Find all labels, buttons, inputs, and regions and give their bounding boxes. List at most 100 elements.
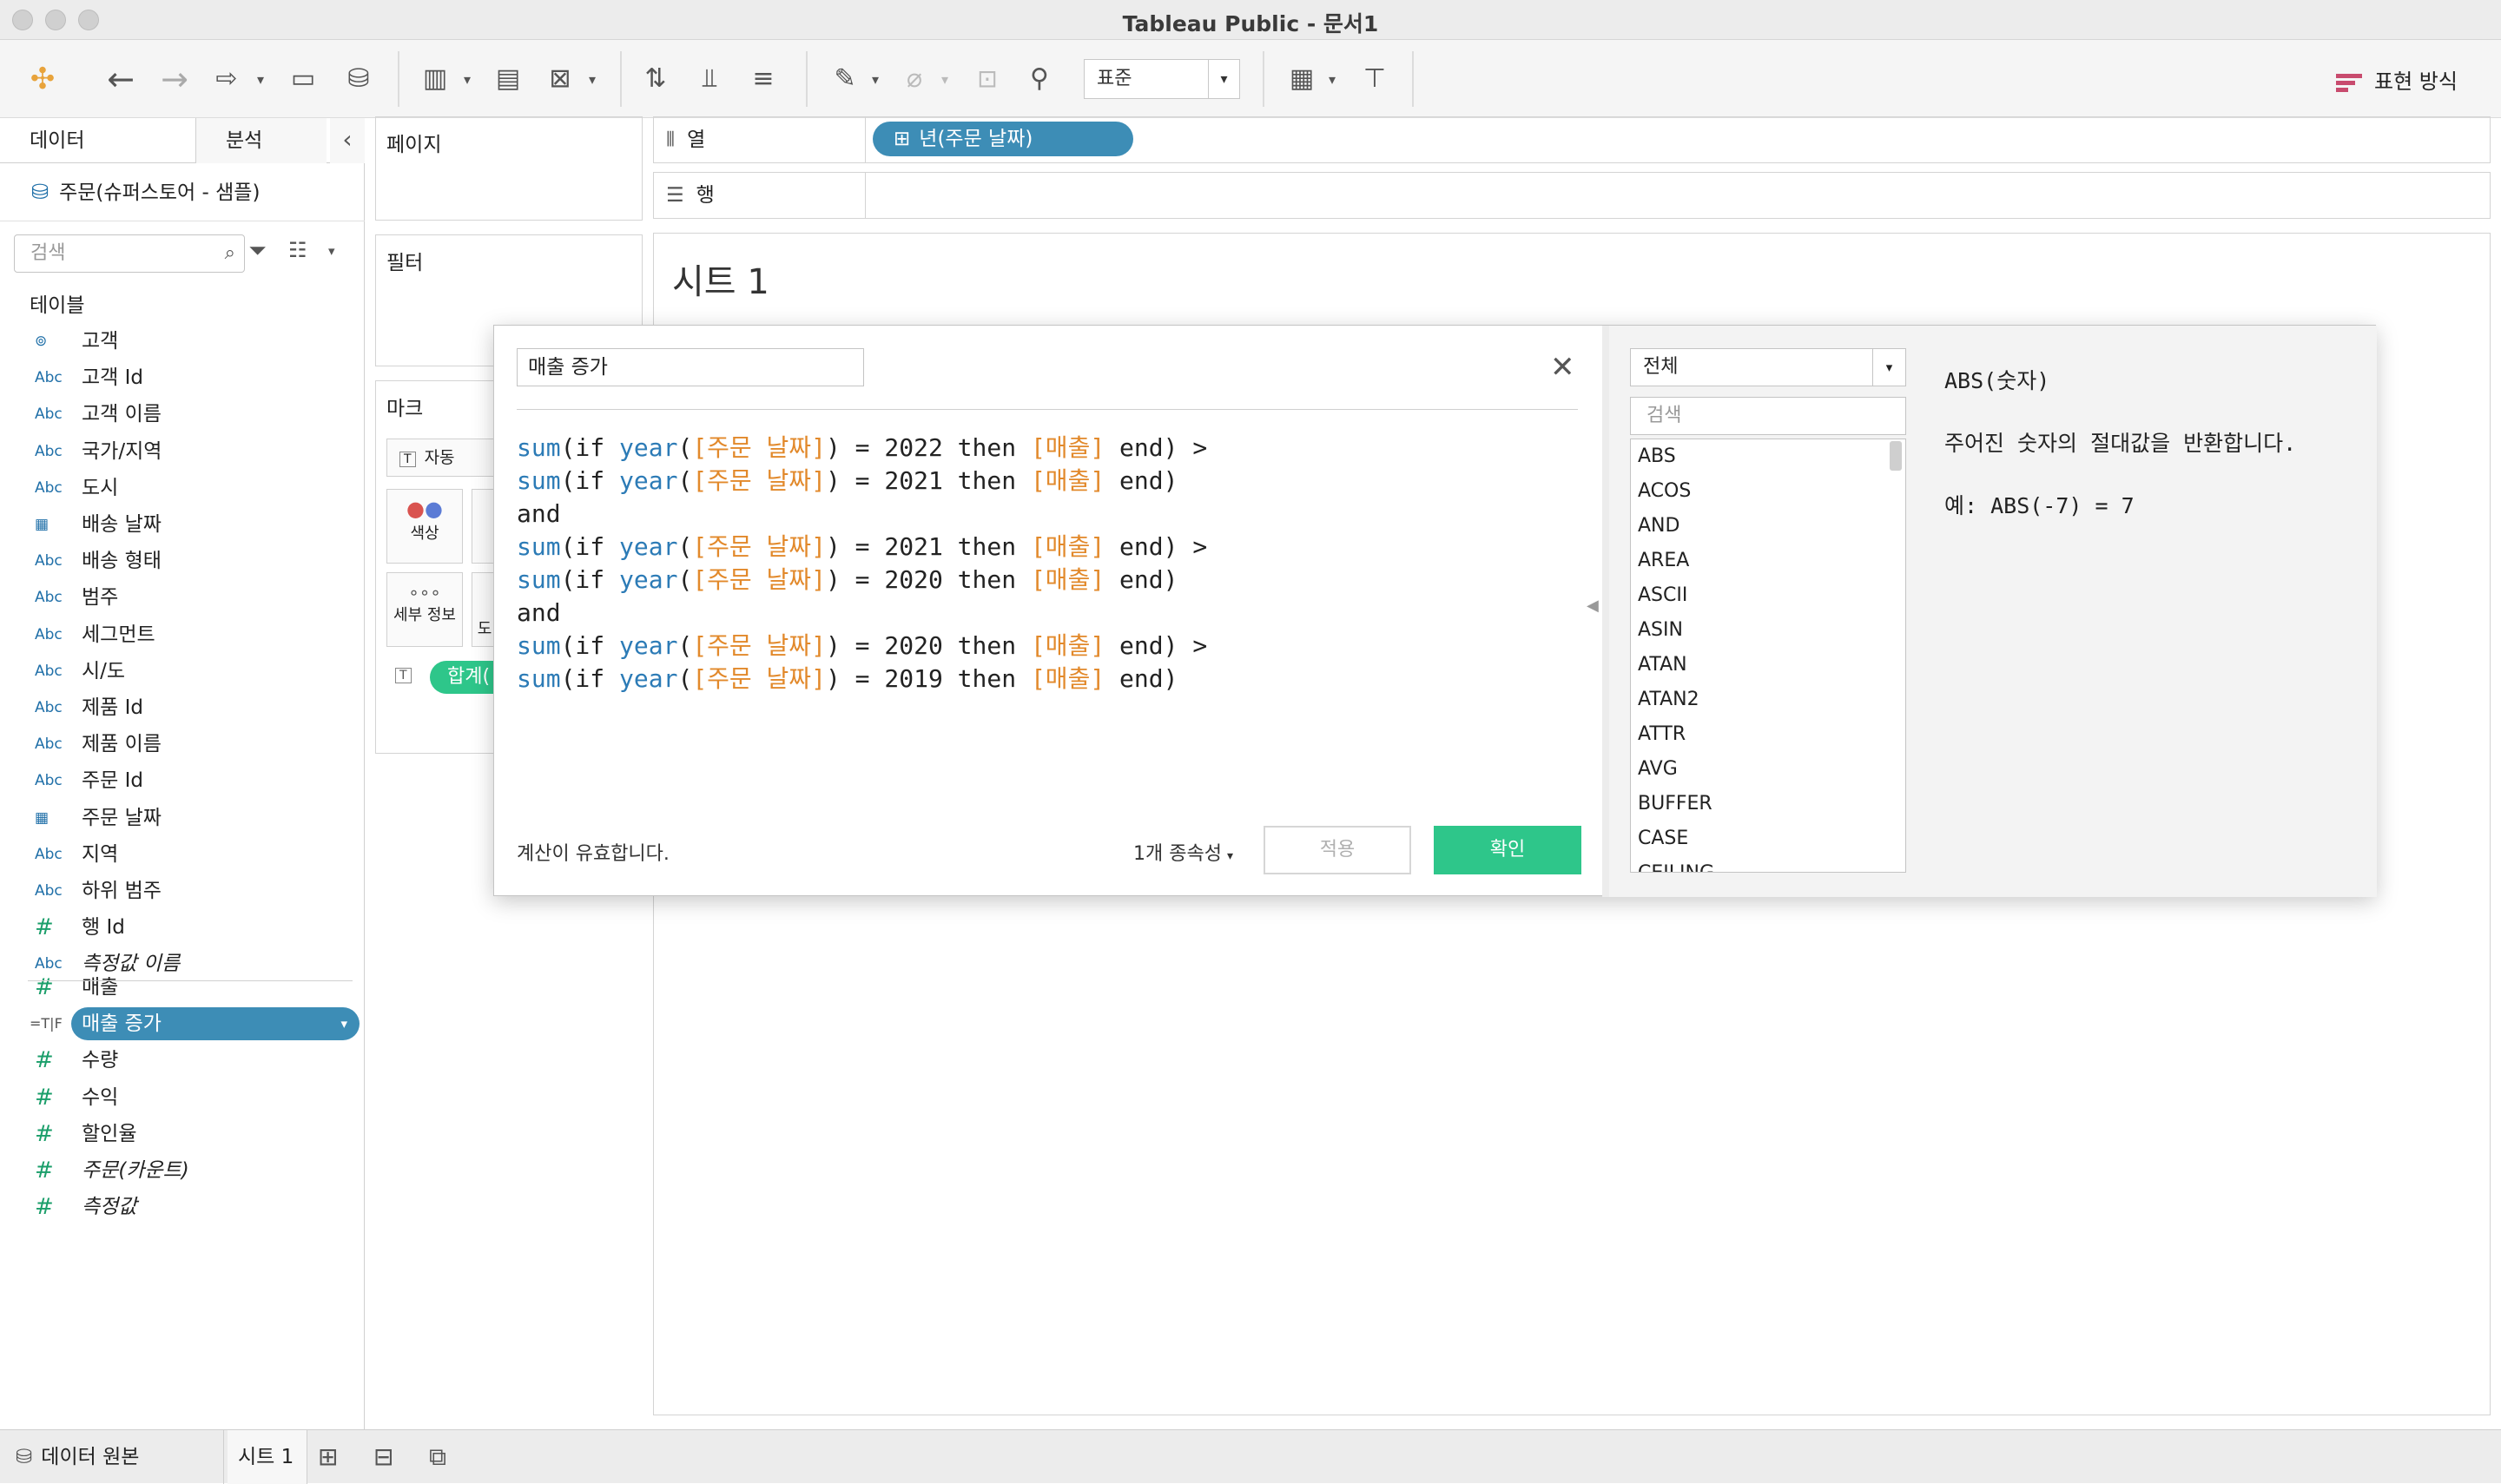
dependencies-dropdown[interactable]: 1개 종속성 ▾ [1133,838,1233,866]
field-search-input[interactable]: 검색 ⌕ [14,234,245,273]
function-item[interactable]: ABS [1631,439,1905,474]
field-name: 제품 Id [82,696,144,719]
view-list-icon[interactable]: ☷ [288,238,307,262]
new-dashboard-icon[interactable]: ⊟ [373,1430,408,1484]
color-mark-button[interactable]: ●● 색상 [386,489,463,564]
dimensions-field-16[interactable]: # 행 Id [0,909,365,946]
group-members-icon[interactable]: ⌀ [894,55,934,103]
new-story-icon[interactable]: ⧉ [429,1430,464,1484]
measures-field-5[interactable]: # 주문(카운트) [0,1152,365,1189]
dimensions-field-4[interactable]: Abc 도시 [0,470,365,506]
function-list[interactable]: ABS ACOS AND AREA ASCII ASIN ATAN ATAN2 ATTR AVG B… [1630,439,1906,873]
save-icon[interactable]: ▭ [283,55,323,103]
function-item[interactable]: CASE [1631,821,1905,856]
undo-icon[interactable]: ← [101,55,141,103]
dimensions-field-11[interactable]: Abc 제품 이름 [0,726,365,762]
function-item[interactable]: AVG [1631,752,1905,787]
dimensions-field-2[interactable]: Abc 고객 이름 [0,396,365,432]
tab-analysis[interactable]: 분석 [196,118,327,163]
dimensions-field-10[interactable]: Abc 제품 Id [0,689,365,726]
dimensions-field-9[interactable]: Abc 시/도 [0,653,365,689]
new-worksheet-icon[interactable]: ⊞ [318,1430,353,1484]
highlight-icon[interactable]: ✎ [825,55,865,103]
datasource-item[interactable]: ⛁ 주문(슈퍼스토어 - 샘플) [31,170,260,214]
dimensions-field-15[interactable]: Abc 하위 범주 [0,873,365,909]
dimensions-field-8[interactable]: Abc 세그먼트 [0,617,365,653]
fix-axes-icon[interactable]: ⚲ [1020,55,1059,103]
formula-editor[interactable]: sum(if year([주문 날짜]) = 2022 then [매출] en… [517,432,1578,727]
new-worksheet-icon[interactable]: ▥ [415,55,455,103]
detail-mark-button[interactable]: ∘∘∘ 세부 정보 [386,572,463,647]
close-icon[interactable]: ✕ [1550,350,1575,385]
dimensions-field-5[interactable]: ▦ 배송 날짜 [0,506,365,543]
measures-field-1[interactable]: =T|F 매출 증가 ▾ [0,1006,365,1042]
show-me-button[interactable]: 표현 방식 [2336,64,2458,99]
swap-dropdown-icon[interactable]: ▾ [257,71,264,88]
function-item[interactable]: AREA [1631,544,1905,578]
function-item[interactable]: CEILING [1631,856,1905,872]
marks-measure-pill-label: 합계( [447,666,491,688]
dimensions-field-7[interactable]: Abc 범주 [0,579,365,616]
function-item[interactable]: ATTR [1631,717,1905,752]
highlight-dropdown-icon[interactable]: ▾ [872,71,879,88]
chevron-down-icon[interactable]: ▾ [340,1007,347,1040]
dimensions-field-1[interactable]: Abc 고객 Id [0,359,365,396]
sheet-title[interactable]: 시트 1 [672,254,769,304]
clear-dropdown-icon[interactable]: ▾ [589,71,596,88]
measures-field-6[interactable]: # 측정값 [0,1189,365,1225]
swap-icon[interactable]: ⇨ [207,55,247,103]
measures-field-3[interactable]: # 수익 [0,1079,365,1116]
dimensions-field-14[interactable]: Abc 지역 [0,836,365,873]
function-item[interactable]: ASCII [1631,578,1905,613]
tab-data[interactable]: 데이터 [0,118,196,163]
redo-icon[interactable]: → [155,55,195,103]
measures-field-2[interactable]: # 수량 [0,1042,365,1078]
show-cards-icon[interactable]: ▦ [1282,55,1322,103]
selected-field-pill[interactable]: 매출 증가 ▾ [71,1007,360,1041]
dimensions-field-12[interactable]: Abc 주문 Id [0,762,365,799]
string-type-icon: Abc [35,662,63,680]
function-item[interactable]: ATAN2 [1631,683,1905,717]
group-dropdown-icon[interactable]: ▾ [941,71,948,88]
column-pill[interactable]: ⊞ 년(주문 날짜) [873,122,1133,156]
sheet-tab[interactable]: 시트 1 [228,1430,307,1484]
ok-button[interactable]: 확인 [1434,826,1581,874]
measures-field-0[interactable]: # 매출 [0,969,365,1006]
function-item[interactable]: ACOS [1631,474,1905,509]
function-item[interactable]: AND [1631,509,1905,544]
fit-select[interactable]: 표준 ▾ [1084,59,1240,99]
dimensions-field-3[interactable]: Abc 국가/지역 [0,433,365,470]
tableau-logo-icon[interactable]: ✣ [23,55,63,103]
panel-divider[interactable] [1602,326,1609,897]
clear-sheet-icon[interactable]: ⊠ [540,55,580,103]
sort-ascending-icon[interactable]: ⫫ [690,55,729,103]
swap-rows-columns-icon[interactable]: ⇅ [636,55,676,103]
show-labels-icon[interactable]: ⊡ [967,55,1007,103]
collapse-pane-icon[interactable]: ‹ [330,118,365,163]
new-worksheet-dropdown-icon[interactable]: ▾ [464,71,471,88]
rows-shelf[interactable]: ☰ 행 [653,172,2491,219]
dimensions-field-0[interactable]: ⊚ 고객 [0,323,365,359]
view-dropdown-icon[interactable]: ▾ [328,243,335,259]
number-type-icon: # [35,1158,54,1184]
function-list-scrollbar[interactable] [1890,441,1902,471]
duplicate-sheet-icon[interactable]: ▤ [488,55,528,103]
dimensions-field-13[interactable]: ▦ 주문 날짜 [0,800,365,836]
function-item[interactable]: ATAN [1631,648,1905,683]
sort-descending-icon[interactable]: ≡ [743,55,783,103]
pages-shelf[interactable]: 페이지 [375,116,643,221]
function-search-input[interactable]: 검색 [1630,397,1906,435]
filter-icon[interactable]: ⏷ [248,238,267,265]
collapse-functions-icon[interactable]: ◀ [1587,597,1599,615]
show-cards-dropdown-icon[interactable]: ▾ [1329,71,1336,88]
calculation-name-input[interactable]: 매출 증가 [517,348,864,386]
function-category-select[interactable]: 전체 ▾ [1630,348,1906,386]
datasource-tab[interactable]: ⛁ 데이터 원본 [16,1430,224,1484]
measures-field-4[interactable]: # 할인율 [0,1116,365,1152]
dimensions-field-6[interactable]: Abc 배송 형태 [0,543,365,579]
apply-button[interactable]: 적용 [1264,826,1411,874]
function-item[interactable]: ASIN [1631,613,1905,648]
function-item[interactable]: BUFFER [1631,787,1905,821]
presentation-mode-icon[interactable]: ⊤ [1355,55,1395,103]
new-datasource-icon[interactable]: ⛁ [339,55,379,103]
